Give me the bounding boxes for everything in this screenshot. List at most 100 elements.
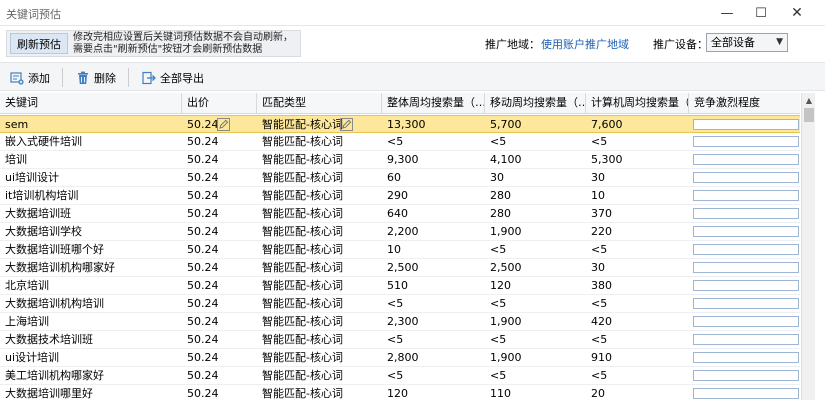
bid-cell[interactable]: 50.24 <box>182 169 257 186</box>
table-row[interactable]: sem 50.24 智能匹配-核心词 13,300 5,700 7,600 <box>0 115 800 133</box>
pc-volume-cell[interactable]: 420 <box>586 313 689 330</box>
pc-volume-cell[interactable]: 10 <box>586 187 689 204</box>
total-volume-cell[interactable]: 2,200 <box>382 223 485 240</box>
scroll-up-icon[interactable]: ▲ <box>802 93 816 107</box>
keyword-cell[interactable]: 大数据技术培训班 <box>0 331 182 348</box>
bid-cell[interactable]: 50.24 <box>182 349 257 366</box>
total-volume-cell[interactable]: 290 <box>382 187 485 204</box>
mobile-volume-cell[interactable]: 5,700 <box>485 116 586 133</box>
table-row[interactable]: 培训 50.24 智能匹配-核心词 9,300 4,100 5,300 <box>0 151 800 169</box>
table-row[interactable]: 嵌入式硬件培训 50.24 智能匹配-核心词 <5 <5 <5 <box>0 133 800 151</box>
mobile-volume-cell[interactable]: 280 <box>485 187 586 204</box>
total-volume-cell[interactable]: 640 <box>382 205 485 222</box>
mobile-volume-cell[interactable]: <5 <box>485 367 586 384</box>
match-type-cell[interactable]: 智能匹配-核心词 <box>257 295 382 312</box>
total-volume-cell[interactable]: 60 <box>382 169 485 186</box>
mobile-volume-cell[interactable]: 1,900 <box>485 349 586 366</box>
pc-volume-cell[interactable]: 370 <box>586 205 689 222</box>
match-type-cell[interactable]: 智能匹配-核心词 <box>257 313 382 330</box>
keyword-cell[interactable]: 大数据培训哪里好 <box>0 385 182 400</box>
match-type-cell[interactable]: 智能匹配-核心词 <box>257 169 382 186</box>
bid-cell[interactable]: 50.24 <box>182 133 257 150</box>
region-link[interactable]: 使用账户推广地域 <box>541 36 629 52</box>
vertical-scrollbar[interactable]: ▲ <box>801 93 815 400</box>
bid-cell[interactable]: 50.24 <box>182 259 257 276</box>
delete-button[interactable]: 删除 <box>76 68 116 87</box>
mobile-volume-cell[interactable]: 280 <box>485 205 586 222</box>
maximize-button[interactable]: ☐ <box>746 3 776 23</box>
bid-cell[interactable]: 50.24 <box>182 223 257 240</box>
mobile-volume-cell[interactable]: <5 <box>485 133 586 150</box>
keyword-cell[interactable]: 大数据培训班 <box>0 205 182 222</box>
total-volume-cell[interactable]: <5 <box>382 133 485 150</box>
match-type-cell[interactable]: 智能匹配-核心词 <box>257 331 382 348</box>
pc-volume-cell[interactable]: 380 <box>586 277 689 294</box>
add-button[interactable]: 添加 <box>10 68 50 87</box>
table-row[interactable]: 大数据技术培训班 50.24 智能匹配-核心词 <5 <5 <5 <box>0 331 800 349</box>
mobile-volume-cell[interactable]: 110 <box>485 385 586 400</box>
bid-cell[interactable]: 50.24 <box>182 277 257 294</box>
match-type-cell[interactable]: 智能匹配-核心词 <box>257 277 382 294</box>
mobile-volume-cell[interactable]: 4,100 <box>485 151 586 168</box>
scroll-thumb[interactable] <box>804 108 814 122</box>
mobile-volume-cell[interactable]: 2,500 <box>485 259 586 276</box>
pc-volume-cell[interactable]: <5 <box>586 367 689 384</box>
pc-volume-cell[interactable]: <5 <box>586 331 689 348</box>
table-row[interactable]: 上海培训 50.24 智能匹配-核心词 2,300 1,900 420 <box>0 313 800 331</box>
mobile-volume-cell[interactable]: <5 <box>485 241 586 258</box>
pc-volume-cell[interactable]: 30 <box>586 169 689 186</box>
table-row[interactable]: 大数据培训机构培训 50.24 智能匹配-核心词 <5 <5 <5 <box>0 295 800 313</box>
pc-volume-cell[interactable]: <5 <box>586 295 689 312</box>
table-row[interactable]: ui培训设计 50.24 智能匹配-核心词 60 30 30 <box>0 169 800 187</box>
total-volume-cell[interactable]: 13,300 <box>382 116 485 133</box>
pc-volume-cell[interactable]: 20 <box>586 385 689 400</box>
total-volume-cell[interactable]: <5 <box>382 295 485 312</box>
pc-volume-cell[interactable]: <5 <box>586 133 689 150</box>
total-volume-cell[interactable]: 510 <box>382 277 485 294</box>
total-volume-cell[interactable]: 9,300 <box>382 151 485 168</box>
match-type-cell[interactable]: 智能匹配-核心词 <box>257 241 382 258</box>
keyword-cell[interactable]: 大数据培训机构培训 <box>0 295 182 312</box>
keyword-cell[interactable]: 培训 <box>0 151 182 168</box>
mobile-volume-cell[interactable]: 1,900 <box>485 223 586 240</box>
match-type-cell[interactable]: 智能匹配-核心词 <box>257 151 382 168</box>
table-row[interactable]: 大数据培训哪里好 50.24 智能匹配-核心词 120 110 20 <box>0 385 800 400</box>
bid-cell[interactable]: 50.24 <box>182 331 257 348</box>
total-volume-cell[interactable]: 10 <box>382 241 485 258</box>
mobile-volume-cell[interactable]: 1,900 <box>485 313 586 330</box>
table-row[interactable]: it培训机构培训 50.24 智能匹配-核心词 290 280 10 <box>0 187 800 205</box>
match-type-cell[interactable]: 智能匹配-核心词 <box>257 116 382 133</box>
keyword-cell[interactable]: 大数据培训班哪个好 <box>0 241 182 258</box>
table-row[interactable]: 大数据培训学校 50.24 智能匹配-核心词 2,200 1,900 220 <box>0 223 800 241</box>
bid-cell[interactable]: 50.24 <box>182 367 257 384</box>
match-type-cell[interactable]: 智能匹配-核心词 <box>257 223 382 240</box>
keyword-cell[interactable]: 北京培训 <box>0 277 182 294</box>
table-row[interactable]: 大数据培训班 50.24 智能匹配-核心词 640 280 370 <box>0 205 800 223</box>
pc-volume-cell[interactable]: 7,600 <box>586 116 689 133</box>
mobile-volume-cell[interactable]: 120 <box>485 277 586 294</box>
pc-volume-cell[interactable]: 30 <box>586 259 689 276</box>
match-type-cell[interactable]: 智能匹配-核心词 <box>257 259 382 276</box>
refresh-estimate-button[interactable]: 刷新预估 <box>10 33 68 54</box>
keyword-cell[interactable]: it培训机构培训 <box>0 187 182 204</box>
keyword-cell[interactable]: 美工培训机构哪家好 <box>0 367 182 384</box>
table-row[interactable]: 大数据培训班哪个好 50.24 智能匹配-核心词 10 <5 <5 <box>0 241 800 259</box>
mobile-volume-cell[interactable]: <5 <box>485 295 586 312</box>
column-header-keyword[interactable]: 关键词 <box>0 93 182 114</box>
keyword-cell[interactable]: 上海培训 <box>0 313 182 330</box>
table-row[interactable]: 北京培训 50.24 智能匹配-核心词 510 120 380 <box>0 277 800 295</box>
total-volume-cell[interactable]: 2,300 <box>382 313 485 330</box>
total-volume-cell[interactable]: <5 <box>382 331 485 348</box>
column-header-bid[interactable]: 出价 <box>182 93 257 114</box>
column-header-pc-volume[interactable]: 计算机周均搜索量（… <box>586 93 689 114</box>
total-volume-cell[interactable]: <5 <box>382 367 485 384</box>
pc-volume-cell[interactable]: 5,300 <box>586 151 689 168</box>
total-volume-cell[interactable]: 2,500 <box>382 259 485 276</box>
bid-cell[interactable]: 50.24 <box>182 151 257 168</box>
bid-cell[interactable]: 50.24 <box>182 187 257 204</box>
pc-volume-cell[interactable]: 910 <box>586 349 689 366</box>
total-volume-cell[interactable]: 120 <box>382 385 485 400</box>
keyword-cell[interactable]: 大数据培训机构哪家好 <box>0 259 182 276</box>
close-button[interactable]: ✕ <box>782 3 812 23</box>
match-type-cell[interactable]: 智能匹配-核心词 <box>257 187 382 204</box>
